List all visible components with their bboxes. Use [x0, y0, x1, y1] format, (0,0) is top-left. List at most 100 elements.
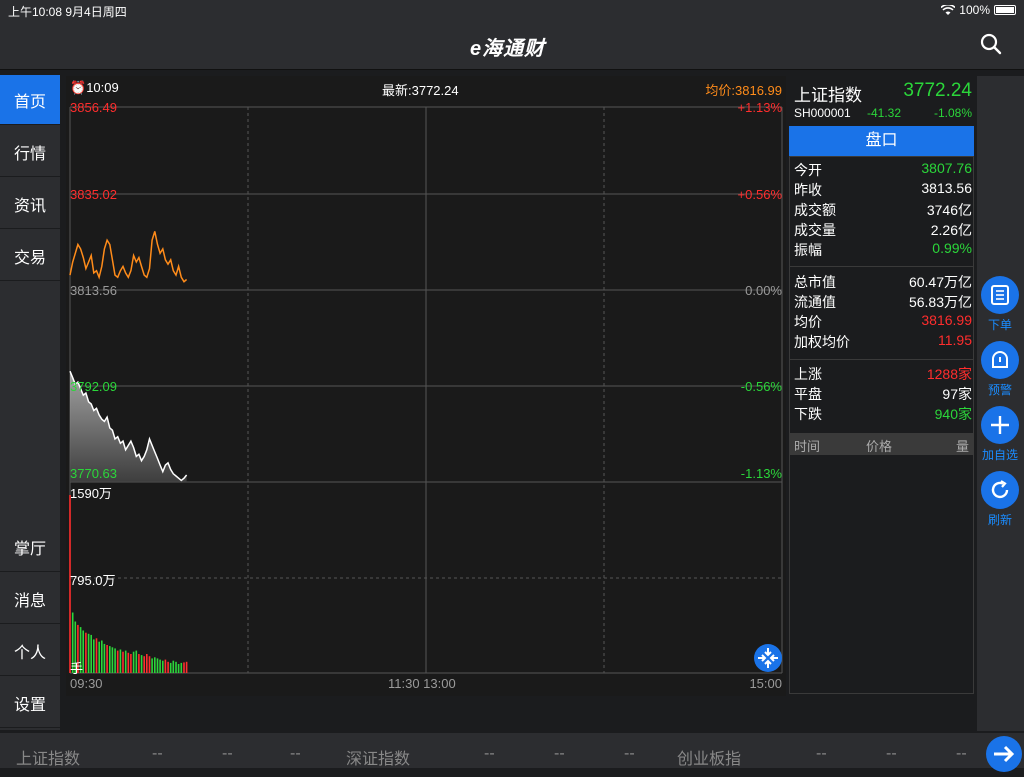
- volume-bar: [167, 661, 169, 673]
- volume-bar: [87, 633, 90, 673]
- nav-bar: e海通财: [0, 20, 1024, 70]
- volume-bar: [109, 646, 111, 673]
- ticker-sz-change: --: [554, 745, 565, 762]
- price-tick: 3792.09: [70, 379, 117, 394]
- sidebar-item-home[interactable]: 首页: [0, 75, 60, 125]
- volume-bar: [130, 654, 132, 673]
- intraday-chart[interactable]: ⏰10:09 最新:3772.24 均价:3816.99 3856.49 383…: [66, 76, 786, 696]
- quote-label: 平盘: [794, 386, 822, 402]
- chart-time: ⏰10:09: [70, 80, 119, 95]
- volume-bar: [124, 650, 127, 673]
- volume-bar: [172, 660, 175, 673]
- volume-bar: [135, 650, 138, 673]
- sidebar-item-personal[interactable]: 个人: [0, 626, 60, 676]
- quote-row: 下跌 940家: [794, 404, 972, 424]
- quote-value: 940家: [934, 406, 972, 422]
- volume-bar: [169, 662, 172, 673]
- volume-bar: [156, 658, 159, 673]
- pct-tick: -1.13%: [740, 466, 782, 481]
- volume-bar: [140, 655, 143, 673]
- ticker-sh-name[interactable]: 上证指数: [16, 745, 80, 769]
- status-time: 上午10:08 9月4日周四: [8, 5, 127, 19]
- pct-tick: 0.00%: [745, 283, 782, 298]
- volume-bar: [122, 651, 124, 673]
- sidebar-item-hall[interactable]: 掌厅: [0, 522, 60, 572]
- alert-label: 预警: [987, 383, 1012, 397]
- add-watchlist-label: 加自选: [981, 448, 1018, 462]
- quote-row: 今开 3807.76: [794, 160, 972, 180]
- quote-row: 加权均价 11.95: [794, 332, 972, 352]
- sidebar-item-messages[interactable]: 消息: [0, 574, 60, 624]
- ticker-sh-change: --: [222, 745, 233, 762]
- search-icon[interactable]: [980, 33, 1002, 60]
- pct-tick: +1.13%: [737, 100, 782, 115]
- refresh-icon: [981, 471, 1019, 509]
- battery-percent: 100%: [959, 3, 990, 17]
- trade-col-price: 价格: [866, 439, 893, 454]
- quote-row: 振幅 0.99%: [794, 240, 972, 260]
- time-tick: 11:30 13:00: [388, 676, 456, 691]
- divider: [790, 359, 973, 360]
- ticker-cy-pct: --: [956, 745, 967, 762]
- ticker-cy-value: --: [816, 745, 827, 762]
- volume-bar: [143, 656, 145, 673]
- quote-value: 3807.76: [921, 160, 972, 176]
- volume-bar: [159, 659, 161, 673]
- quote-value: 3746亿: [926, 202, 972, 218]
- volume-bar: [148, 656, 151, 673]
- quote-panel: 上证指数 3772.24 SH000001 -41.32 -1.08% 盘口 今…: [789, 76, 974, 696]
- quote-value: 3813.56: [921, 180, 972, 196]
- index-change-pct: -1.08%: [933, 106, 972, 120]
- sidebar-item-trade[interactable]: 交易: [0, 231, 60, 281]
- tab-orderbook[interactable]: 盘口: [789, 126, 974, 156]
- quote-value: 2.26亿: [930, 222, 972, 238]
- quote-label: 加权均价: [794, 334, 850, 350]
- ticker-sz-name[interactable]: 深证指数: [346, 745, 410, 769]
- ticker-sh-value: --: [152, 745, 163, 762]
- quote-label: 均价: [794, 314, 822, 330]
- sidebar-item-settings[interactable]: 设置: [0, 678, 60, 728]
- ticker-cy-change: --: [886, 745, 897, 762]
- quote-value: 0.99%: [932, 240, 972, 256]
- trade-col-time: 时间: [794, 439, 821, 454]
- alert-button[interactable]: 预警: [979, 341, 1021, 398]
- price-tick: 3813.56: [70, 283, 117, 298]
- volume-bar: [151, 658, 153, 673]
- time-tick: 15:00: [749, 676, 782, 691]
- volume-unit: 手: [70, 661, 84, 676]
- price-tick: 3770.63: [70, 466, 117, 481]
- quote-value: 11.95: [938, 332, 972, 348]
- sidebar-item-market[interactable]: 行情: [0, 127, 60, 177]
- quote-row: 均价 3816.99: [794, 312, 972, 332]
- quote-row: 昨收 3813.56: [794, 180, 972, 200]
- status-bar: 上午10:08 9月4日周四 100%: [0, 0, 1024, 20]
- order-button[interactable]: 下单: [979, 276, 1021, 333]
- ticker-cy-name[interactable]: 创业板指: [677, 745, 741, 769]
- arrow-right-icon[interactable]: [986, 736, 1022, 777]
- order-label: 下单: [987, 318, 1012, 332]
- avg-line: [69, 231, 188, 283]
- add-watchlist-button[interactable]: 加自选: [979, 406, 1021, 463]
- chart-canvas: [69, 106, 783, 674]
- volume-bar: [95, 638, 98, 673]
- quote-label: 成交额: [794, 202, 836, 218]
- index-name: 上证指数: [794, 86, 862, 105]
- pct-tick: +0.56%: [737, 187, 782, 202]
- divider: [790, 266, 973, 267]
- volume-bar: [154, 657, 156, 673]
- index-change: -41.32: [867, 106, 902, 120]
- volume-bar: [101, 640, 103, 673]
- pct-tick: -0.56%: [740, 379, 782, 394]
- volume-bar: [162, 660, 164, 673]
- index-code: SH000001: [794, 106, 851, 120]
- chart-latest: 最新:3772.24: [382, 83, 459, 98]
- quote-value: 3816.99: [921, 312, 972, 328]
- sidebar-item-news[interactable]: 资讯: [0, 179, 60, 229]
- quote-label: 昨收: [794, 182, 822, 198]
- chart-avg: 均价:3816.99: [705, 83, 782, 98]
- wifi-icon: [941, 4, 956, 15]
- quote-label: 今开: [794, 162, 822, 178]
- refresh-button[interactable]: 刷新: [979, 471, 1021, 528]
- volume-bar: [103, 643, 106, 673]
- battery-icon: [994, 5, 1016, 15]
